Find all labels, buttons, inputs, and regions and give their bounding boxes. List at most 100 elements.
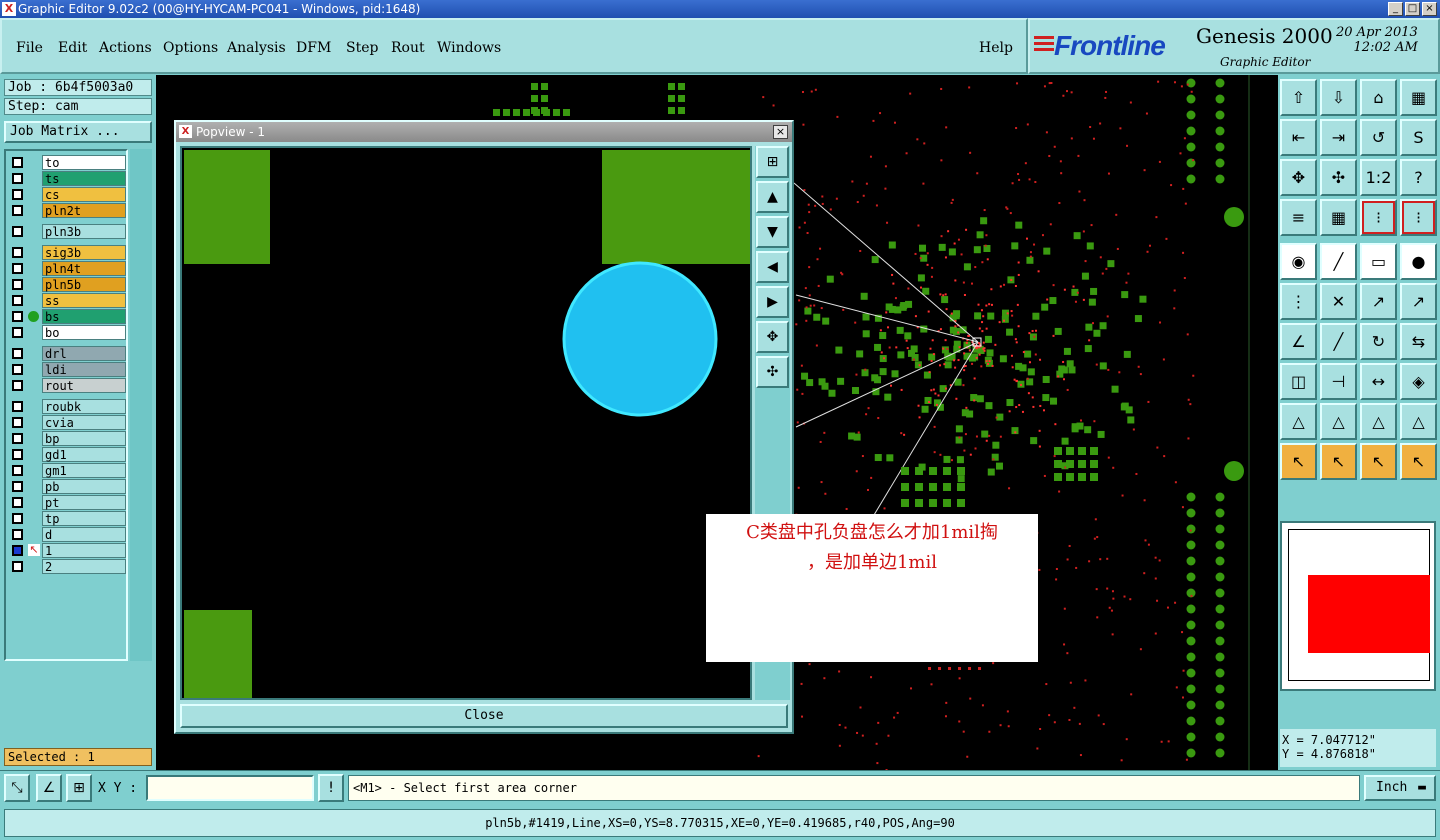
line-edit-icon[interactable]: ╱ bbox=[1320, 323, 1357, 360]
layer-row[interactable]: pln3b bbox=[8, 224, 126, 239]
pan-down-icon[interactable]: ▼ bbox=[756, 216, 789, 248]
measure-angle-icon[interactable]: ∠ bbox=[36, 774, 62, 802]
home-icon[interactable]: ⇧ bbox=[1280, 79, 1317, 116]
menu-analysis[interactable]: Analysis bbox=[227, 40, 286, 56]
circle-dot-icon[interactable]: ● bbox=[1400, 243, 1437, 280]
menu-options[interactable]: Options bbox=[163, 40, 218, 56]
layer-checkbox[interactable] bbox=[12, 481, 23, 492]
select-net-icon[interactable]: ↖ bbox=[1360, 443, 1397, 480]
zoom-area-icon[interactable]: ⤡ bbox=[4, 774, 30, 802]
layer-row[interactable]: bs bbox=[8, 309, 126, 324]
layer-name[interactable]: sig3b bbox=[42, 245, 126, 260]
layer-checkbox[interactable] bbox=[12, 295, 23, 306]
layer-checkbox[interactable] bbox=[12, 545, 23, 556]
tri-alt-icon[interactable]: △ bbox=[1320, 403, 1357, 440]
layer-name[interactable]: bs bbox=[42, 309, 126, 324]
cut-icon[interactable]: ⊣ bbox=[1320, 363, 1357, 400]
close-window-button[interactable]: × bbox=[1422, 2, 1437, 16]
menu-actions[interactable]: Actions bbox=[99, 40, 152, 56]
pan-up-icon[interactable]: ▲ bbox=[756, 181, 789, 213]
layer-row[interactable]: gd1 bbox=[8, 447, 126, 462]
layer-checkbox[interactable] bbox=[12, 465, 23, 476]
layer-name[interactable]: drl bbox=[42, 346, 126, 361]
menu-windows[interactable]: Windows bbox=[437, 40, 501, 56]
layer-row[interactable]: to bbox=[8, 155, 126, 170]
layer-row[interactable]: pln4t bbox=[8, 261, 126, 276]
layer-name[interactable]: cvia bbox=[42, 415, 126, 430]
layer-row[interactable]: ldi bbox=[8, 362, 126, 377]
layer-row[interactable]: ts bbox=[8, 171, 126, 186]
layer-checkbox[interactable] bbox=[12, 205, 23, 216]
tri-mid-icon[interactable]: △ bbox=[1360, 403, 1397, 440]
move-icon[interactable]: ↗ bbox=[1360, 283, 1397, 320]
layer-checkbox[interactable] bbox=[12, 433, 23, 444]
layer-checkbox[interactable] bbox=[12, 380, 23, 391]
layer-name[interactable]: pln5b bbox=[42, 277, 126, 292]
popview-canvas[interactable] bbox=[180, 146, 752, 700]
layer-name[interactable]: roubk bbox=[42, 399, 126, 414]
layer-checkbox[interactable] bbox=[12, 449, 23, 460]
layer-name[interactable]: to bbox=[42, 155, 126, 170]
arrow-ring-icon[interactable]: ↺ bbox=[1360, 119, 1397, 156]
traffic-icon[interactable]: ⁝ bbox=[1360, 199, 1397, 236]
layer-name[interactable]: ts bbox=[42, 171, 126, 186]
layer-name[interactable]: ldi bbox=[42, 362, 126, 377]
layer-row[interactable]: bo bbox=[8, 325, 126, 340]
layer-checkbox[interactable] bbox=[12, 561, 23, 572]
grid-icon[interactable]: ▦ bbox=[1320, 199, 1357, 236]
nodes-icon[interactable]: ⋮ bbox=[1280, 283, 1317, 320]
layer-row[interactable]: tp bbox=[8, 511, 126, 526]
layer-name[interactable]: pln3b bbox=[42, 224, 126, 239]
zoom-center-icon[interactable]: ✣ bbox=[756, 356, 789, 388]
layer-name[interactable]: gm1 bbox=[42, 463, 126, 478]
angle-icon[interactable]: ∠ bbox=[1280, 323, 1317, 360]
save-icon[interactable]: ⇩ bbox=[1320, 79, 1357, 116]
rotate-icon[interactable]: ↻ bbox=[1360, 323, 1397, 360]
layer-checkbox[interactable] bbox=[12, 348, 23, 359]
pad-add-icon[interactable]: ◉ bbox=[1280, 243, 1317, 280]
layer-checkbox[interactable] bbox=[12, 173, 23, 184]
layer-checkbox[interactable] bbox=[12, 279, 23, 290]
zoom-center-icon[interactable]: ✣ bbox=[1320, 159, 1357, 196]
layer-name[interactable]: bo bbox=[42, 325, 126, 340]
line-add-icon[interactable]: ╱ bbox=[1320, 243, 1357, 280]
layer-row[interactable]: pln2t bbox=[8, 203, 126, 218]
minimize-button[interactable]: _ bbox=[1388, 2, 1403, 16]
cross-hatch-icon[interactable]: ≡ bbox=[1280, 199, 1317, 236]
layer-row[interactable]: 2 bbox=[8, 559, 126, 574]
layer-checkbox[interactable] bbox=[12, 513, 23, 524]
layer-checkbox[interactable] bbox=[12, 497, 23, 508]
s-curve-icon[interactable]: S bbox=[1400, 119, 1437, 156]
menu-step[interactable]: Step bbox=[346, 40, 378, 56]
layer-checkbox[interactable] bbox=[12, 247, 23, 258]
arrow-right-icon[interactable]: ⇥ bbox=[1320, 119, 1357, 156]
layer-row[interactable]: rout bbox=[8, 378, 126, 393]
layer-name[interactable]: pb bbox=[42, 479, 126, 494]
grid-snap-icon[interactable]: ⊞ bbox=[66, 774, 92, 802]
layer-row[interactable]: cvia bbox=[8, 415, 126, 430]
layer-row[interactable]: roubk bbox=[8, 399, 126, 414]
ratio-icon[interactable]: 1:2 bbox=[1360, 159, 1397, 196]
xy-input[interactable] bbox=[146, 775, 314, 801]
layer-row[interactable]: gm1 bbox=[8, 463, 126, 478]
arrow-left-icon[interactable]: ⇤ bbox=[1280, 119, 1317, 156]
layer-checkbox[interactable] bbox=[12, 263, 23, 274]
layer-row[interactable]: d bbox=[8, 527, 126, 542]
layer-name[interactable]: rout bbox=[42, 378, 126, 393]
layer-list-scrollbar[interactable] bbox=[130, 149, 152, 661]
layer-name[interactable]: tp bbox=[42, 511, 126, 526]
layer-checkbox[interactable] bbox=[12, 327, 23, 338]
maximize-button[interactable]: □ bbox=[1405, 2, 1420, 16]
layer-row[interactable]: ss bbox=[8, 293, 126, 308]
layer-name[interactable]: cs bbox=[42, 187, 126, 202]
layer-name[interactable]: d bbox=[42, 527, 126, 542]
traffic-alt-icon[interactable]: ⁝ bbox=[1400, 199, 1437, 236]
job-matrix-button[interactable]: Job Matrix ... bbox=[4, 121, 152, 143]
layer-checkbox[interactable] bbox=[12, 364, 23, 375]
house-icon[interactable]: ⌂ bbox=[1360, 79, 1397, 116]
layer-name[interactable]: 2 bbox=[42, 559, 126, 574]
popview-titlebar[interactable]: X Popview - 1 bbox=[176, 122, 792, 142]
shape-icon[interactable]: ◈ bbox=[1400, 363, 1437, 400]
select-path-icon[interactable]: ↖ bbox=[1400, 443, 1437, 480]
layer-row[interactable]: sig3b bbox=[8, 245, 126, 260]
